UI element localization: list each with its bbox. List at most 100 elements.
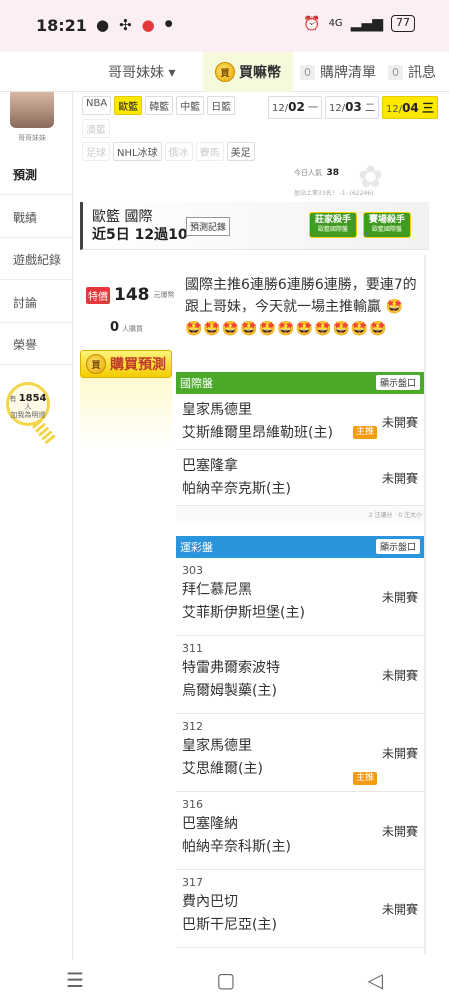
date-weekday: 二 [364, 103, 375, 114]
match-row[interactable]: 317 費內巴切 巴斯干尼亞(主) 未開賽 [176, 870, 424, 948]
date-md: 12/ [328, 103, 346, 114]
main-pick-tag: 主推 [353, 426, 378, 439]
messages-count: 0 [388, 64, 403, 80]
messages-link[interactable]: 0 訊息 [388, 62, 436, 82]
home-icon[interactable]: ▢ [216, 968, 235, 992]
board-international-header: 國際盤 顯示盤口 [176, 372, 424, 394]
sidebar-item-game-history[interactable]: 遊戲紀錄 [0, 240, 73, 280]
badge-field-killer: 賽場殺手 歐籃國際盤 [363, 212, 411, 238]
match-row[interactable]: 316 巴塞隆納 帕納辛奈科斯(主) 未開賽 [176, 792, 424, 870]
board-lottery-header: 運彩盤 顯示盤口 [176, 536, 424, 558]
match-status: 未開賽 [381, 746, 418, 760]
match-status: 未開賽 [381, 902, 418, 916]
avatar[interactable] [10, 92, 54, 128]
team-away: 皇家馬德里 [182, 738, 252, 754]
board-international: 國際盤 顯示盤口 皇家馬德里 艾斯維爾里昂維勒班(主) 主推 未開賽 巴塞隆拿 … [176, 372, 424, 523]
flower-icon: ✿ [358, 160, 384, 195]
buy-coin-label: 買嘛幣 [239, 65, 281, 81]
signal-icon: ▂▄▆ [350, 15, 383, 32]
buy-button-shadow [80, 378, 172, 448]
team-home: 艾思維爾(主) [182, 761, 263, 777]
main-pick-tag: 主推 [353, 772, 378, 785]
league-tag-horse-racing[interactable]: 賽馬 [195, 142, 224, 161]
match-row[interactable]: 303 拜仁慕尼黑 艾菲斯伊斯坦堡(主) 未開賽 [176, 558, 424, 636]
match-status: 未開賽 [381, 415, 418, 429]
menu-icon[interactable]: ☰ [66, 968, 84, 992]
league-tag-american-football[interactable]: 美足 [226, 142, 255, 161]
team-home: 帕納辛奈克斯(主) [182, 481, 291, 497]
alarm-icon: ⏰ [303, 15, 321, 32]
board-title: 國際盤 [180, 377, 213, 390]
sidebar-item-honor[interactable]: 榮譽 [0, 325, 73, 365]
team-away: 拜仁慕尼黑 [182, 582, 252, 598]
team-away: 巴塞隆納 [182, 816, 238, 832]
status-left-icons: ● ✣ ● ● [96, 16, 173, 34]
purchase-list-label: 購牌清單 [320, 65, 376, 81]
date-weekday: 一 [307, 103, 318, 114]
team-away: 費內巴切 [182, 894, 238, 910]
today-popularity-value: 38 [326, 168, 339, 178]
league-tag-soccer[interactable]: 足球 [82, 142, 110, 161]
purchase-list-link[interactable]: 0 購牌清單 [300, 62, 376, 82]
team-away: 皇家馬德里 [182, 402, 252, 418]
match-number: 317 [182, 876, 203, 889]
date-tab[interactable]: 12/03 二 [324, 96, 379, 119]
buy-forecast-button[interactable]: 買 購買預測 [80, 350, 172, 378]
match-row[interactable]: 312 皇家馬德里 艾思維爾(主) 主推 未開賽 [176, 714, 424, 792]
league-tag-nba[interactable]: NBA [82, 96, 112, 115]
forecast-header: 歐籃 國際 近5日 12過10 預測記錄 莊家殺手 歐籃國際盤 賽場殺手 歐籃國… [80, 202, 429, 250]
date-tab-selected[interactable]: 12/04 三 [381, 96, 438, 119]
date-day: 04 [402, 101, 419, 115]
buyers-unit: 人購買 [122, 325, 144, 333]
forecast-record-button[interactable]: 預測記錄 [186, 217, 231, 236]
match-number: 312 [182, 720, 203, 733]
team-home: 巴斯干尼亞(主) [182, 917, 277, 933]
scrollbar[interactable] [424, 255, 426, 955]
today-popularity: 今日人氣 38 [294, 168, 339, 178]
network-icon: 4G [328, 18, 343, 29]
buyers-count-value: 0 [110, 320, 120, 335]
date-day: 02 [288, 100, 305, 114]
forecast-description: 國際主推6連勝6連勝6連勝，要連7的跟上哥妹，今天就一場主推輸贏 🤩🤩🤩🤩🤩🤩🤩… [185, 274, 417, 340]
match-number: 316 [182, 798, 203, 811]
match-status: 未開賽 [381, 824, 418, 838]
league-tags: NBA 歐籃 韓籃 中籃 日籃 澳籃 足球 NHL冰球 俄冰 賽馬 美足 [82, 96, 262, 165]
user-menu[interactable]: 哥哥妹妹 ▾ [108, 62, 175, 82]
special-price-tag: 特價 [86, 286, 110, 304]
board-title: 運彩盤 [180, 541, 213, 554]
match-row[interactable]: 皇家馬德里 艾斯維爾里昂維勒班(主) 主推 未開賽 [176, 394, 424, 450]
league-tag-china-basket[interactable]: 中籃 [176, 96, 205, 115]
show-odds-toggle[interactable]: 顯示盤口 [375, 539, 420, 554]
sidebar-item-forecast[interactable]: 預測 [0, 155, 73, 195]
team-home: 艾菲斯伊斯坦堡(主) [182, 605, 305, 621]
match-row[interactable]: 巴塞隆拿 帕納辛奈克斯(主) 未開賽 [176, 450, 424, 506]
date-md: 12/ [385, 104, 403, 115]
follow-bulb-button[interactable]: 有 1854 人 加我為明燈 [6, 382, 50, 426]
league-tag-russia-ice[interactable]: 俄冰 [164, 142, 193, 161]
league-tag-euro-basket[interactable]: 歐籃 [114, 96, 143, 115]
league-tag-nhl[interactable]: NHL冰球 [113, 142, 162, 161]
league-tag-korea-basket[interactable]: 韓籃 [145, 96, 174, 115]
status-right-icons: ⏰ 4G ▂▄▆ 77 [303, 15, 415, 32]
league-tag-aus-basket[interactable]: 澳籃 [82, 119, 110, 138]
badge-banker-killer: 莊家殺手 歐籃國際盤 [309, 212, 357, 238]
board-lottery: 運彩盤 顯示盤口 303 拜仁慕尼黑 艾菲斯伊斯坦堡(主) 未開賽 311 特雷… [176, 536, 424, 948]
match-number: 303 [182, 564, 203, 577]
price-block: 特價 148 元爆幣 [86, 285, 175, 305]
match-row[interactable]: 311 特雷弗爾索波特 烏爾姆製藥(主) 未開賽 [176, 636, 424, 714]
messages-label: 訊息 [408, 65, 436, 81]
description-text: 國際主推6連勝6連勝6連勝，要連7的跟上哥妹，今天就一場主推輸贏 [185, 277, 417, 315]
buy-coin-button[interactable]: 買 買嘛幣 [203, 52, 293, 92]
date-tab[interactable]: 12/02 一 [268, 96, 322, 119]
sidebar-item-discussion[interactable]: 討論 [0, 283, 73, 323]
price-value: 148 [114, 285, 150, 305]
show-odds-toggle[interactable]: 顯示盤口 [375, 375, 420, 390]
status-bar: 18:21 ● ✣ ● ● ⏰ 4G ▂▄▆ 77 [0, 0, 449, 52]
sidebar-item-record[interactable]: 戰績 [0, 198, 73, 238]
bulb-count: 1854 [18, 393, 47, 404]
team-away: 巴塞隆拿 [182, 458, 238, 474]
league-tag-japan-basket[interactable]: 日籃 [207, 96, 236, 115]
system-nav-bar: ☰ ▢ ◁ [0, 960, 449, 1000]
back-icon[interactable]: ◁ [367, 968, 382, 992]
match-status: 未開賽 [381, 668, 418, 682]
